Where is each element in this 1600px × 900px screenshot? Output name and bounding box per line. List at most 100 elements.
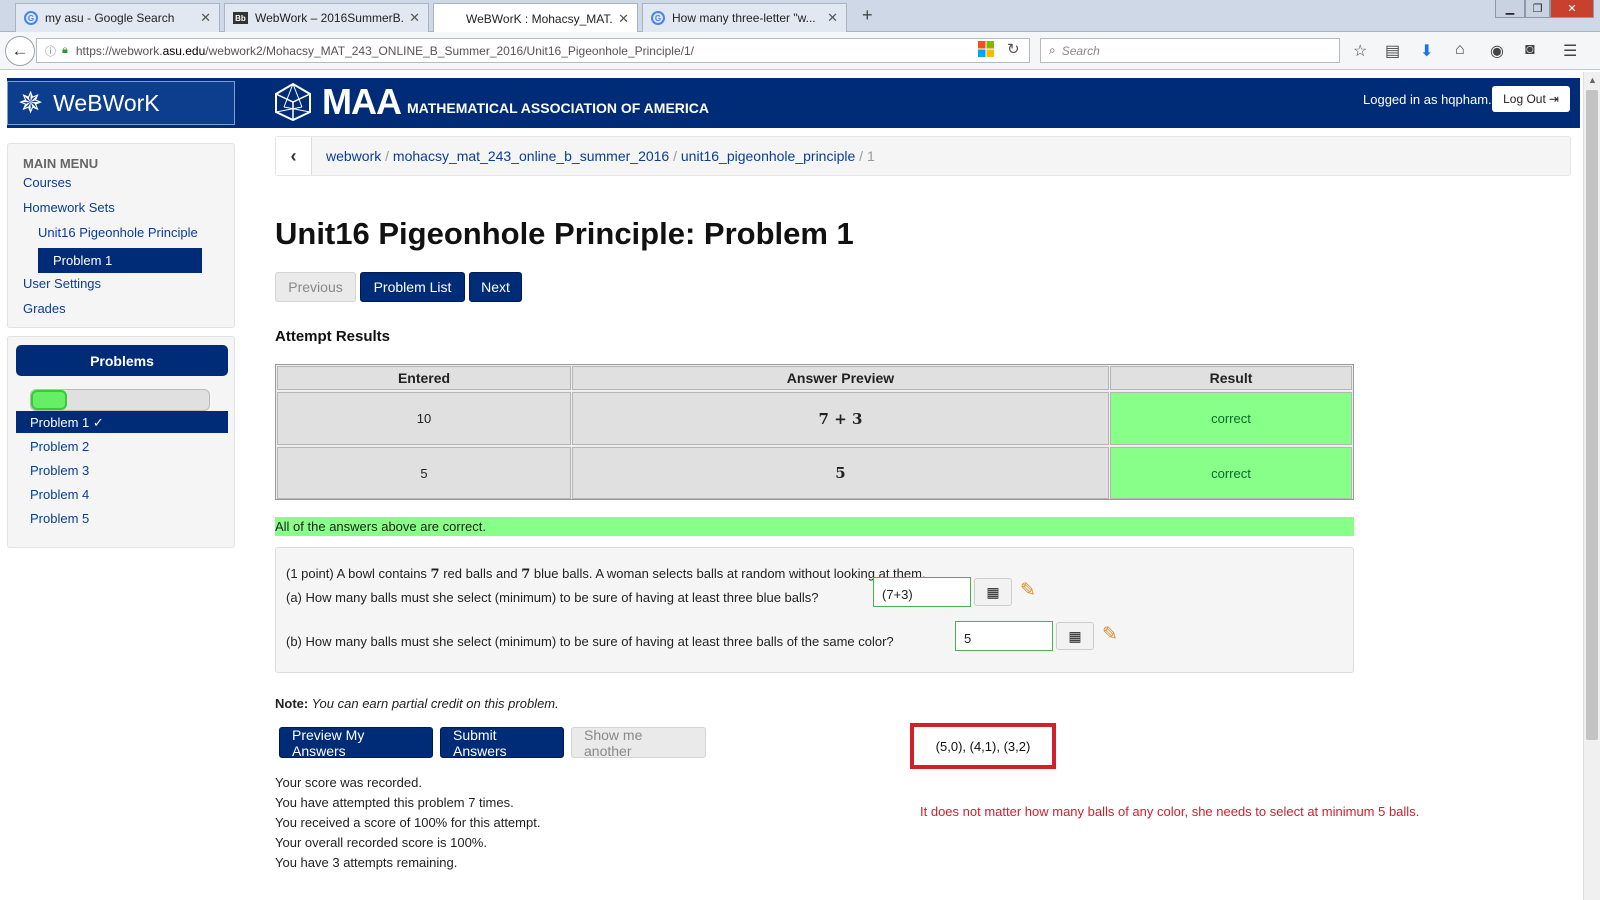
restore-icon[interactable]: ❐ — [1525, 0, 1550, 18]
menu-icon[interactable]: ☰ — [1563, 41, 1577, 61]
tab-title: WeBWorK : Mohacsy_MAT... — [466, 11, 613, 26]
preview-answers-button[interactable]: Preview My Answers — [279, 727, 433, 759]
logout-button[interactable]: Log Out ⇥ — [1492, 86, 1570, 112]
problem-intro: (1 point) A bowl contains 7 red balls an… — [286, 566, 926, 582]
answer-a-field[interactable]: (7+3) — [873, 577, 971, 607]
progress-bar — [30, 389, 210, 411]
breadcrumb-separator: / — [859, 148, 864, 164]
search-placeholder: Search — [1061, 43, 1100, 58]
sidebar-item-courses[interactable]: Courses — [23, 175, 71, 190]
result-cell: correct — [1110, 447, 1352, 499]
scroll-thumb[interactable] — [1586, 90, 1598, 740]
show-another-button[interactable]: Show me another — [571, 727, 706, 759]
pencil-icon[interactable]: ✎ — [1020, 579, 1036, 602]
close-icon[interactable]: ✕ — [200, 10, 211, 26]
browser-nav-bar: ← ⓘ 🔒︎ https://webwork. asu.edu/webwork2/… — [0, 32, 1600, 70]
breadcrumb-link[interactable]: webwork — [326, 148, 381, 164]
problem-list-item[interactable]: Problem 3 — [16, 459, 228, 481]
problems-header-button[interactable]: Problems — [16, 345, 228, 376]
url-path: /webwork2/Mohacsy_MAT_243_ONLINE_B_Summe… — [205, 43, 694, 58]
breadcrumb-trail: webwork / mohacsy_mat_243_online_b_summe… — [326, 148, 875, 164]
search-input[interactable]: ⌕ Search — [1040, 38, 1340, 63]
reading-list-icon[interactable]: ▤ — [1385, 41, 1400, 61]
score-message: You received a score of 100% for this at… — [275, 815, 541, 830]
url-host: asu.edu — [162, 43, 206, 58]
close-icon[interactable]: ✕ — [618, 11, 629, 27]
sidebar-item-homework-sets[interactable]: Homework Sets — [23, 200, 115, 215]
url-bar[interactable]: ⓘ 🔒︎ https://webwork. asu.edu/webwork2/Mo… — [36, 38, 1030, 63]
new-tab-icon[interactable]: + — [862, 5, 873, 26]
chat-icon[interactable]: ◉ — [1490, 41, 1504, 61]
home-icon[interactable]: ⌂ — [1455, 41, 1465, 59]
breadcrumb-current: 1 — [866, 148, 875, 164]
answer-b-field[interactable]: 5 — [955, 621, 1053, 651]
main-menu-panel: MAIN MENU Courses Homework Sets Unit16 P… — [7, 143, 235, 328]
main-menu-heading: MAIN MENU — [23, 156, 99, 171]
maa-subtitle: MATHEMATICAL ASSOCIATION OF AMERICA — [406, 100, 710, 116]
browser-tab-bar: G my asu - Google Search ✕ Bb WebWork – … — [0, 0, 1600, 33]
column-header: Entered — [277, 366, 571, 390]
breadcrumb-separator: / — [673, 148, 677, 164]
attempt-results-table: Entered Answer Preview Result 10 7 + 3 c… — [275, 364, 1354, 500]
score-message: Your overall recorded score is 100%. — [275, 835, 487, 850]
tab-title: How many three-letter "w... — [672, 11, 816, 25]
breadcrumb: ‹ webwork / mohacsy_mat_243_online_b_sum… — [275, 136, 1571, 176]
close-icon[interactable]: ✕ — [827, 10, 838, 26]
submit-answers-button[interactable]: Submit Answers — [440, 727, 564, 759]
column-header: Answer Preview — [572, 366, 1109, 390]
webwork-logo[interactable]: ✵ WeBWorK — [7, 81, 235, 125]
progress-fill — [31, 390, 67, 410]
problem-list-item[interactable]: Problem 1 ✓ — [16, 411, 228, 433]
attempt-results-heading: Attempt Results — [275, 328, 391, 345]
windows-logo-icon[interactable] — [978, 41, 994, 57]
annotation-note: It does not matter how many balls of any… — [920, 804, 1420, 819]
logged-in-text: Logged in as hqpham. — [1363, 92, 1492, 107]
chevron-left-icon[interactable]: ‹ — [276, 137, 312, 175]
equation-editor-icon[interactable]: ▦ — [1056, 622, 1094, 650]
url-prefix: https://webwork. — [75, 43, 163, 58]
info-icon[interactable]: ⓘ — [45, 43, 56, 59]
page-scrollbar[interactable]: ▲ — [1583, 72, 1600, 900]
entered-cell: 10 — [277, 392, 571, 445]
breadcrumb-separator: / — [385, 148, 390, 164]
logo-text: WeBWorK — [53, 89, 160, 116]
sidebar-item-user-settings[interactable]: User Settings — [23, 276, 101, 291]
previous-button[interactable]: Previous — [275, 272, 356, 302]
browser-tab[interactable]: Bb WebWork – 2016SummerB... ✕ — [224, 3, 429, 32]
equation-editor-icon[interactable]: ▦ — [974, 578, 1012, 606]
problem-list-button[interactable]: Problem List — [360, 272, 465, 302]
problem-list-item[interactable]: Problem 5 — [16, 507, 228, 529]
part-a-question: (a) How many balls must she select (mini… — [286, 590, 819, 605]
problem-list-item[interactable]: Problem 4 — [16, 483, 228, 505]
browser-tab[interactable]: G How many three-letter "w... ✕ — [642, 3, 847, 32]
scroll-up-icon[interactable]: ▲ — [1588, 75, 1597, 85]
column-header: Result — [1110, 366, 1352, 390]
next-button[interactable]: Next — [469, 272, 522, 302]
window-close-icon[interactable]: ✕ — [1550, 0, 1594, 18]
part-b-question: (b) How many balls must she select (mini… — [286, 634, 894, 649]
browser-tab[interactable]: G my asu - Google Search ✕ — [15, 3, 220, 32]
webwork-star-icon: ✵ — [18, 86, 44, 120]
page-title: Unit16 Pigeonhole Principle: Problem 1 — [275, 216, 854, 251]
logout-label: Log Out — [1503, 92, 1546, 106]
minimize-icon[interactable]: ▁ — [1495, 0, 1525, 18]
google-icon: G — [24, 11, 38, 25]
sidebar-item-set[interactable]: Unit16 Pigeonhole Principle — [38, 225, 198, 240]
tab-title: WebWork – 2016SummerB... — [255, 11, 404, 25]
bookmark-star-icon[interactable]: ☆ — [1353, 41, 1367, 61]
breadcrumb-link[interactable]: unit16_pigeonhole_principle — [681, 148, 855, 164]
close-icon[interactable]: ✕ — [409, 10, 420, 26]
sidebar-item-grades[interactable]: Grades — [23, 301, 66, 316]
reload-icon[interactable]: ↻ — [1007, 40, 1020, 58]
browser-tab-active[interactable]: WeBWorK : Mohacsy_MAT... ✕ — [433, 3, 638, 33]
breadcrumb-link[interactable]: mohacsy_mat_243_online_b_summer_2016 — [393, 148, 669, 164]
tab-title: my asu - Google Search — [45, 11, 175, 25]
pencil-icon[interactable]: ✎ — [1102, 623, 1118, 646]
all-correct-message: All of the answers above are correct. — [275, 517, 1354, 536]
score-message: You have attempted this problem 7 times. — [275, 795, 514, 810]
problem-list-item[interactable]: Problem 2 — [16, 435, 228, 457]
back-arrow-icon[interactable]: ← — [5, 36, 35, 66]
download-icon[interactable]: ⬇ — [1420, 41, 1433, 61]
sidebar-item-current-problem[interactable]: Problem 1 — [38, 248, 202, 273]
pocket-icon[interactable]: ◙ — [1525, 41, 1535, 59]
